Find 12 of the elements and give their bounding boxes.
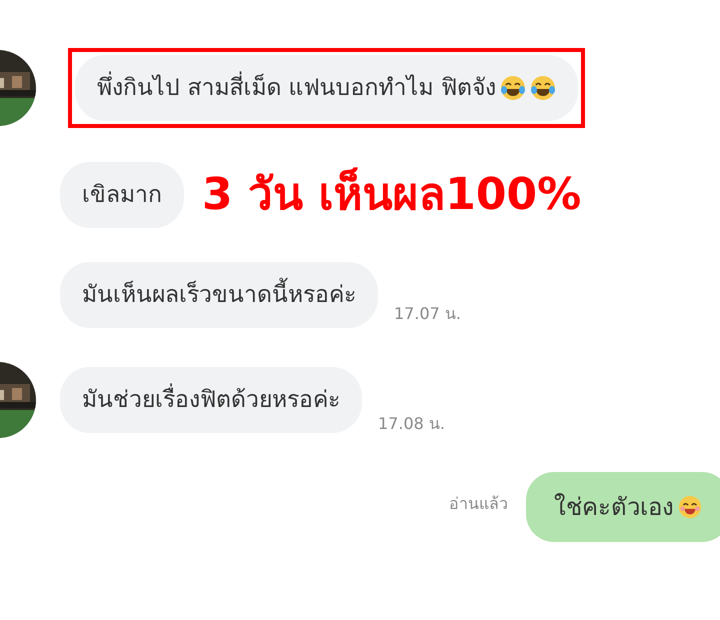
message-text: พึ่งกินไป สามสี่เม็ด แฟนบอกทำไม ฟิตจัง [97,70,496,106]
message-time: 17.07 น. [394,303,461,325]
message-time: 17.08 น. [378,413,445,435]
laughing-tears-emoji-icon [500,75,526,101]
message-text: มันเห็นผลเร็วขนาดนี้หรอค่ะ [82,278,356,312]
message-text: เขิลมาก [82,180,162,210]
laughing-tears-emoji-icon [530,75,556,101]
read-status: อ่านแล้ว [449,493,508,515]
promo-caption: 3 วัน เห็นผล100% [202,166,582,222]
message-text: มันช่วยเรื่องฟิตด้วยหรอค่ะ [82,382,340,418]
message-text: ใช่คะตัวเอง [554,492,674,523]
smiling-emoji-icon [678,495,702,519]
